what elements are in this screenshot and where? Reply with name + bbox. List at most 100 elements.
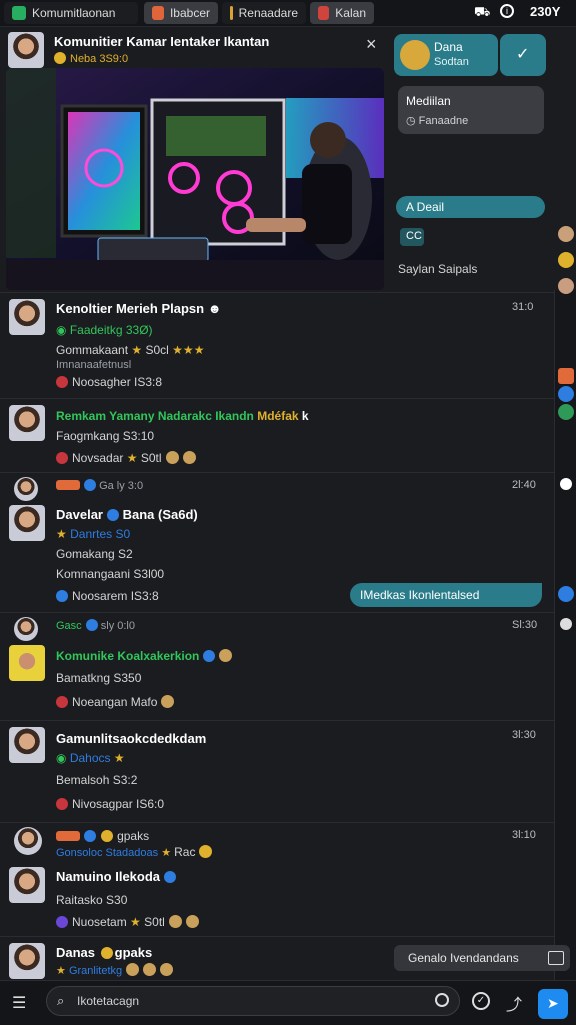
tab-ibabcer[interactable]: Ibabcer [144,2,218,24]
avatar[interactable] [8,32,44,68]
clock-icon: ◷ [406,115,419,127]
app-icon [230,6,233,20]
list-item[interactable]: Kenoltier Merieh Plapsn ☻ ◉ Faadeitkg 33… [0,292,554,399]
item-title: Komunike Koalxakerkion [56,649,233,663]
item-title-text: Remkam Yamany Nadarakc Ikandn [56,409,254,423]
gaming-setup-image [6,68,384,290]
item-line4: Noosagher IS3:8 [56,375,162,389]
search-icon: ⌕ [57,993,65,1008]
item-line4: Novsadar ★ S0tl [56,451,196,465]
avatar [14,617,38,641]
check-icon[interactable]: ✓ [472,992,490,1010]
app-icon[interactable] [558,368,574,384]
top-bar: Komumitlaonan Ibabcer Renaadare Kalan ⛟ … [0,0,576,27]
avatar[interactable] [558,252,574,268]
tab-label: Kalan [335,6,366,20]
item-line2: Gommakaant ★ S0cl ★★★ [56,343,205,357]
item-title: Remkam Yamany Nadarakc Ikandn Mdéfak k [56,409,309,423]
item-sub-text: Danrtes S0 [70,527,131,541]
app-icon[interactable] [558,386,574,402]
tab-label: Renaadare [238,6,298,20]
right-rail [554,226,576,980]
item-title-b: Bana [122,507,155,522]
post-title: Komunitier Kamar Ientaker Ikantan [54,34,270,49]
item-pre-text: Gasc [56,620,82,632]
avatar[interactable] [558,278,574,294]
avatar [9,867,45,903]
item-pre-c: Gonsoloc Stadadoas [56,847,159,859]
tab-community[interactable]: Komumitlaonan [4,2,138,24]
item-time: 3l:30 [512,729,536,741]
list-item[interactable]: Gamunlitsaokcdedkdam ◉ Dahocs ★ Bemalsoh… [0,720,554,823]
send-button[interactable]: ➤ [538,989,568,1019]
item-title-b: gpaks [114,945,153,960]
right-card-dana[interactable]: Dana Sodtan [394,34,498,76]
radio-icon[interactable] [560,618,572,630]
item-sub: Raitasko S30 [56,893,128,907]
item-title: Gamunlitsaokcdedkdam [56,731,207,746]
item-sub-text: Dahocs [69,751,111,765]
app-icon[interactable] [558,404,574,420]
list-item[interactable]: Remkam Yamany Nadarakc Ikandn Mdéfak k F… [0,398,554,473]
list-item[interactable]: Danas gpaks ★ Granlitetkg Genalo Ivendan… [0,936,570,981]
avatar[interactable] [558,226,574,242]
item-line4-text: Nivosagpar IS6:0 [72,797,165,811]
toast-label: Genalo Ivendandans [408,951,519,965]
reply-bubble[interactable]: IMedkas Ikonlentalsed [350,583,542,607]
item-line4-text: Novsadar [72,451,124,465]
status-text: 230Y [530,4,561,19]
list-item[interactable]: Ga ly 3:0 2l:40 Davelar Bana (Sa6d) ★ Da… [0,472,554,613]
tab-renaadare[interactable]: Renaadare [222,2,306,24]
item-sub-text: Granlitetkg [68,965,123,977]
car-icon[interactable]: ⛟ [474,4,490,22]
card-subtitle: ◷ Fanaadne [406,114,468,127]
avatar [9,505,45,541]
item-title-text: Namuino Ilekoda [56,869,161,884]
item-line4-text: Nuosetam [72,915,127,929]
list-item[interactable]: Gasc sly 0:l0 Sl:30 Komunike Koalxakerki… [0,612,554,721]
search-input[interactable]: ⌕ Ikotetacagn [46,986,460,1016]
window-icon [548,951,564,965]
item-sub: ★ Granlitetkg [56,963,174,977]
item-line3: Imnanaafetnusl [56,359,132,371]
list-item[interactable]: gpaks Gonsoloc Stadadoas ★ Rac 3l:10 Nam… [0,822,554,937]
send-icon: ➤ [547,995,559,1011]
item-sub: ◉ Faadeitkg 33Ø) [56,323,153,337]
info-icon[interactable]: i [500,4,514,18]
check-button[interactable]: ✓ [500,34,546,76]
coin-icon [54,52,66,64]
item-line4-text: Noosagher IS3:8 [72,375,163,389]
item-pre: Ga ly 3:0 [56,479,143,492]
item-sub: ★ Danrtes S0 [56,527,131,541]
item-title: Namuino Ilekoda [56,869,177,884]
close-icon[interactable]: × [366,34,377,55]
card-title: Mediilan [406,94,451,108]
radio-icon[interactable] [560,478,572,490]
item-line4-value: S0tl [140,451,162,465]
tab-kalan[interactable]: Kalan [310,2,374,24]
tag-label: CC [406,230,422,242]
item-line4-text: Noosarem IS3:8 [72,589,159,603]
sliders-icon[interactable]: ☰ [12,993,26,1013]
card-subtitle-text: Fanaadne [418,115,469,127]
toast[interactable]: Genalo Ivendandans [394,945,570,971]
item-sub: Bamatkng S350 [56,671,142,685]
app-icon[interactable] [558,586,574,602]
item-title-text: Komunike Koalxakerkion [56,649,200,663]
item-line4: Noeangan Mafo [56,695,175,709]
post-image[interactable] [6,68,384,290]
item-pre: Gasc sly 0:l0 [56,619,135,632]
item-title: Kenoltier Merieh Plapsn ☻ [56,301,222,316]
cc-tag[interactable]: CC [400,228,424,246]
tab-label: Komumitlaonan [32,6,116,20]
avatar [14,827,42,855]
share-icon[interactable]: ⤴ [506,991,522,1015]
item-title-suffix: k [301,409,309,423]
deal-pill[interactable]: A Deail [396,196,545,218]
coin-icon [400,40,430,70]
post-meta-text: Neba 3S9:0 [70,53,129,65]
search-placeholder: Ikotetacagn [77,994,140,1008]
right-card-media[interactable]: Mediilan ◷ Fanaadne [398,86,544,134]
item-line2: Gomakang S2 [56,547,133,561]
clock-icon[interactable] [435,993,449,1007]
